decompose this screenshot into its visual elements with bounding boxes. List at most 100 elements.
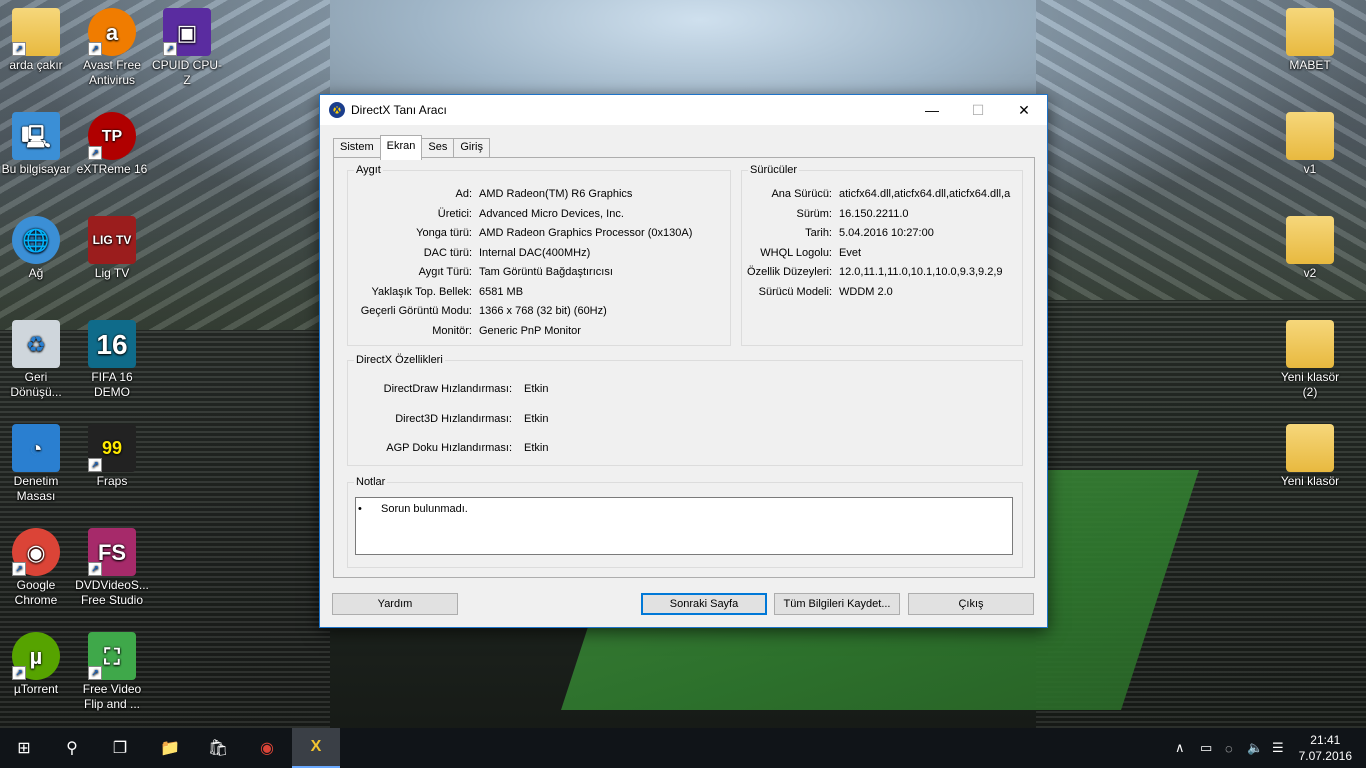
- notes-textbox[interactable]: • Sorun bulunmadı.: [355, 497, 1013, 555]
- driver-feature-levels-value: 12.0,11.1,11.0,10.1,10.0,9.3,9.2,9: [839, 266, 1003, 278]
- shortcut-arrow-icon: ↗: [88, 666, 102, 680]
- device-name-value: AMD Radeon(TM) R6 Graphics: [479, 188, 633, 200]
- task-view-button[interactable]: ❐: [96, 728, 144, 768]
- clock-date: 7.07.2016: [1298, 749, 1352, 763]
- store-taskbar-icon[interactable]: 🛍: [194, 728, 242, 768]
- desktop-icon-free-video-flip[interactable]: ⛶ ↗ Free Video Flip and ...: [74, 632, 150, 712]
- desktop-icon-folder-yeni-klasor[interactable]: Yeni klasör: [1272, 424, 1348, 489]
- desktop-icon-this-pc[interactable]: 🖳 Bu bilgisayar: [0, 112, 74, 177]
- device-name-label: Ad:: [455, 188, 472, 200]
- help-button[interactable]: Yardım: [332, 593, 458, 615]
- folder-icon: [1286, 424, 1334, 472]
- desktop-icon-folder-mabet[interactable]: MABET: [1272, 8, 1348, 73]
- window-title: DirectX Tanı Aracı: [351, 103, 447, 117]
- desktop-icon-utorrent[interactable]: µ ↗ µTorrent: [0, 632, 74, 697]
- desktop-icon-user-folder[interactable]: ↗ arda çakır: [0, 8, 74, 73]
- window-titlebar[interactable]: X DirectX Tanı Aracı — ☐ ✕: [320, 95, 1047, 125]
- device-dac-value: Internal DAC(400MHz): [479, 247, 591, 259]
- notes-item: Sorun bulunmadı.: [381, 503, 468, 515]
- shortcut-arrow-icon: ↗: [12, 42, 26, 56]
- chrome-taskbar-icon[interactable]: ◉: [243, 728, 291, 768]
- device-dac-label: DAC türü:: [423, 247, 472, 259]
- desktop-icon-label: arda çakır: [9, 58, 63, 72]
- desktop-icon-label: v2: [1303, 266, 1317, 280]
- dvdvideosoft-icon: FS ↗: [88, 528, 136, 576]
- utorrent-icon: µ ↗: [12, 632, 60, 680]
- control-panel-icon: ◔: [12, 424, 60, 472]
- direct3d-value: Etkin: [524, 413, 549, 425]
- desktop-icon-control-panel[interactable]: ◔ Denetim Masası: [0, 424, 74, 504]
- avast-icon: a ↗: [88, 8, 136, 56]
- action-center-icon[interactable]: ☰: [1272, 728, 1284, 768]
- tab-ses[interactable]: Ses: [421, 138, 455, 157]
- driver-whql-value: Evet: [839, 247, 862, 259]
- device-manufacturer-value: Advanced Micro Devices, Inc.: [479, 208, 624, 220]
- device-display-mode-value: 1366 x 768 (32 bit) (60Hz): [479, 305, 607, 317]
- dxdiag-window: X DirectX Tanı Aracı — ☐ ✕ Sistem Ekran …: [319, 94, 1048, 628]
- shortcut-arrow-icon: ↗: [88, 42, 102, 56]
- network-icon: 🌐: [12, 216, 60, 264]
- file-explorer-taskbar-icon[interactable]: 📁: [146, 728, 194, 768]
- driver-model-label: Sürücü Modeli:: [758, 286, 832, 298]
- desktop-icon-label: µTorrent: [13, 682, 59, 696]
- desktop-icon-fraps[interactable]: 99 ↗ Fraps: [74, 424, 150, 489]
- taskbar-clock[interactable]: 21:41 7.07.2016: [1299, 732, 1352, 764]
- device-memory-label: Yaklaşık Top. Bellek:: [371, 286, 472, 298]
- exit-button[interactable]: Çıkış: [908, 593, 1034, 615]
- save-all-info-button[interactable]: Tüm Bilgileri Kaydet...: [774, 593, 900, 615]
- network-tray-icon[interactable]: ◌: [1225, 728, 1233, 768]
- close-button[interactable]: ✕: [1001, 95, 1047, 125]
- volume-icon[interactable]: 🔈: [1247, 728, 1263, 768]
- device-display-mode-label: Geçerli Görüntü Modu:: [360, 305, 472, 317]
- desktop-icon-network[interactable]: 🌐 Ağ: [0, 216, 74, 281]
- desktop-icon-avast[interactable]: a ↗ Avast Free Antivirus: [74, 8, 150, 88]
- desktop-icon-label: Yeni klasör: [1280, 474, 1340, 488]
- desktop-icon-fifa[interactable]: 16 FIFA 16 DEMO: [74, 320, 150, 400]
- device-memory-value: 6581 MB: [479, 286, 524, 298]
- directdraw-label: DirectDraw Hızlandırması:: [383, 383, 512, 395]
- fraps-icon: 99 ↗: [88, 424, 136, 472]
- driver-version-label: Sürüm:: [796, 208, 832, 220]
- start-button[interactable]: ⊞: [0, 728, 48, 768]
- user-folder-icon: ↗: [12, 8, 60, 56]
- battery-icon[interactable]: ▭: [1200, 728, 1212, 768]
- desktop-icon-label: Avast Free Antivirus: [83, 58, 141, 87]
- tab-sistem[interactable]: Sistem: [333, 138, 381, 157]
- desktop-icon-folder-v2[interactable]: v2: [1272, 216, 1348, 281]
- desktop-icon-folder-v1[interactable]: v1: [1272, 112, 1348, 177]
- direct3d-label: Direct3D Hızlandırması:: [395, 413, 512, 425]
- shortcut-arrow-icon: ↗: [163, 42, 177, 56]
- tab-giris[interactable]: Giriş: [453, 138, 490, 157]
- next-page-button[interactable]: Sonraki Sayfa: [641, 593, 767, 615]
- desktop-icon-extreme[interactable]: TP ↗ eXTReme 16: [74, 112, 150, 177]
- minimize-button[interactable]: —: [909, 95, 955, 125]
- free-video-flip-icon: ⛶ ↗: [88, 632, 136, 680]
- maximize-button[interactable]: ☐: [955, 95, 1001, 125]
- dxdiag-taskbar-icon[interactable]: X: [292, 728, 340, 768]
- device-type-label: Aygıt Türü:: [418, 266, 472, 278]
- ligtv-icon: LIG TV: [88, 216, 136, 264]
- desktop-icon-label: eXTReme 16: [76, 162, 148, 176]
- desktop-icon-label: Google Chrome: [14, 578, 58, 607]
- shortcut-arrow-icon: ↗: [88, 562, 102, 576]
- directdraw-value: Etkin: [524, 383, 549, 395]
- desktop-icon-label: Ağ: [28, 266, 44, 280]
- search-button[interactable]: ⚲: [48, 728, 96, 768]
- show-hidden-icons-button[interactable]: ∧: [1175, 728, 1185, 768]
- extreme-icon: TP ↗: [88, 112, 136, 160]
- folder-icon: [1286, 8, 1334, 56]
- desktop-icon-chrome[interactable]: ◉ ↗ Google Chrome: [0, 528, 74, 608]
- desktop-icon-cpuz[interactable]: ▣ ↗ CPUID CPU-Z: [149, 8, 225, 88]
- desktop-icon-ligtv[interactable]: LIG TV Lig TV: [74, 216, 150, 281]
- agp-value: Etkin: [524, 442, 549, 454]
- device-monitor-label: Monitör:: [432, 325, 472, 337]
- chevron-up-icon: ∧: [1175, 740, 1185, 755]
- recycle-bin-icon: ♻: [12, 320, 60, 368]
- desktop-icon-recycle-bin[interactable]: ♻ Geri Dönüşü...: [0, 320, 74, 400]
- desktop-icon-label: Denetim Masası: [13, 474, 59, 503]
- shortcut-arrow-icon: ↗: [88, 146, 102, 160]
- desktop-icon-folder-yeni-klasor-2[interactable]: Yeni klasör (2): [1272, 320, 1348, 400]
- tab-ekran[interactable]: Ekran: [379, 135, 423, 160]
- computer-icon: 🖳: [12, 112, 60, 160]
- desktop-icon-dvdvideosoft[interactable]: FS ↗ DVDVideoS... Free Studio: [74, 528, 150, 608]
